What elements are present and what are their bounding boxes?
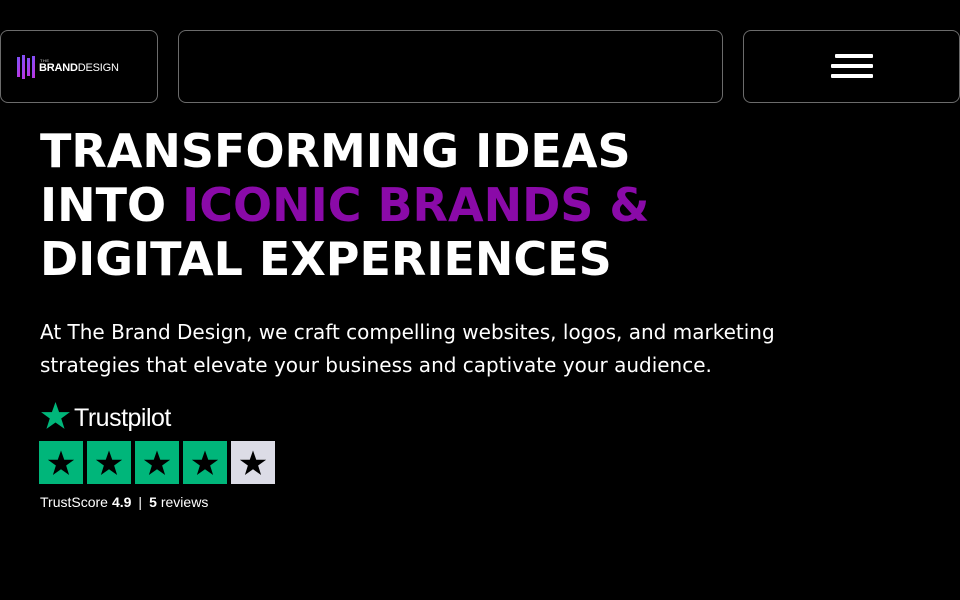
menu-button[interactable] [743,30,960,103]
trustscore-separator: | [138,494,143,510]
headline-accent: ICONIC BRANDS & [182,178,650,232]
star-icon [239,450,267,475]
star-icon [191,450,219,475]
headline-line-2-prefix: INTO [40,178,183,232]
hero-description: At The Brand Design, we craft compelling… [40,320,775,377]
star-icon [47,450,75,475]
logo-container[interactable]: THE BRANDDESIGN [0,30,158,103]
reviews-count: 5 [149,494,157,510]
brand-logo[interactable]: THE BRANDDESIGN [16,54,119,80]
logo-mark-icon [17,54,35,79]
rating-star-3 [135,441,179,484]
trustpilot-name: Trustpilot [74,404,171,432]
nav-center-panel [178,30,723,103]
rating-star-4 [183,441,227,484]
trustscore-value: 4.9 [111,494,132,510]
headline-line-3: DIGITAL EXPERIENCES [40,232,612,286]
rating-star-2 [87,441,131,484]
reviews-label: reviews [160,494,209,510]
hamburger-icon [830,53,873,80]
trustscore-line[interactable]: TrustScore 4.9 | 5 reviews [40,494,208,510]
trustpilot-rating-stars [39,441,275,484]
trustpilot-logo[interactable]: Trustpilot [39,400,171,432]
rating-star-5 [231,441,275,484]
rating-star-1 [39,441,83,484]
trustscore-label: TrustScore [40,494,108,510]
headline-line-1: TRANSFORMING IDEAS [40,124,631,178]
logo-wordmark: BRANDDESIGN [39,62,119,74]
hero-headline: TRANSFORMING IDEAS INTO ICONIC BRANDS & … [40,124,650,286]
star-icon [95,450,123,475]
trustpilot-star-icon [41,402,70,429]
star-icon [143,450,171,475]
